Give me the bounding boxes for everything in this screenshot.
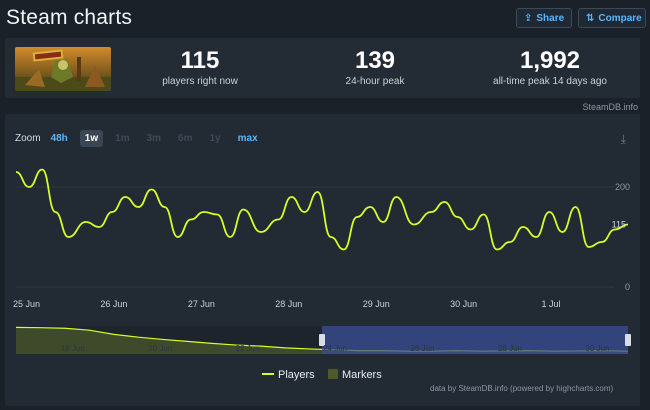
zoom-max-button[interactable]: max — [233, 130, 263, 147]
current-players-stat: 115 players right now — [135, 47, 265, 87]
game-artwork-image — [15, 47, 111, 91]
compare-icon: ⇅ — [586, 12, 595, 24]
share-button[interactable]: ⇪ Share — [516, 8, 572, 28]
all-time-peak-value: 1,992 — [519, 47, 581, 74]
all-time-peak-label: all-time peak 14 days ago — [493, 76, 607, 87]
share-label: Share — [536, 12, 565, 24]
current-players-value: 115 — [180, 47, 220, 74]
zoom-6m-button[interactable]: 6m — [173, 130, 197, 147]
peak-24h-label: 24-hour peak — [345, 76, 405, 87]
compare-button[interactable]: ⇅ Compare — [578, 8, 646, 28]
zoom-3m-button[interactable]: 3m — [142, 130, 166, 147]
steamdb-credit[interactable]: SteamDB.info — [582, 102, 638, 112]
stats-panel: 115 players right now 139 24-hour peak 1… — [5, 38, 640, 98]
download-icon[interactable]: ⤓ — [621, 132, 626, 147]
game-thumbnail[interactable] — [15, 47, 111, 91]
all-time-peak-stat: 1,992 all-time peak 14 days ago — [475, 47, 625, 87]
zoom-1w-button[interactable]: 1w — [79, 129, 104, 147]
page-header: Steam charts ⇪ Share ⇅ Compare — [6, 4, 646, 34]
zoom-label: Zoom — [15, 132, 41, 144]
share-icon: ⇪ — [524, 12, 533, 24]
page-title: Steam charts — [6, 6, 133, 29]
zoom-1m-button[interactable]: 1m — [110, 130, 134, 147]
peak-24h-value: 139 — [354, 47, 396, 74]
chart-credit[interactable]: data by SteamDB.info (powered by highcha… — [430, 384, 613, 393]
zoom-1y-button[interactable]: 1y — [205, 130, 226, 147]
compare-label: Compare — [598, 12, 642, 24]
peak-24h-stat: 139 24-hour peak — [310, 47, 440, 87]
zoom-controls: Zoom 48h 1w 1m 3m 6m 1y max — [15, 128, 270, 148]
current-players-label: players right now — [162, 76, 238, 87]
zoom-48h-button[interactable]: 48h — [46, 130, 73, 147]
chart-panel: Zoom 48h 1w 1m 3m 6m 1y max ⤓ — [5, 114, 640, 406]
